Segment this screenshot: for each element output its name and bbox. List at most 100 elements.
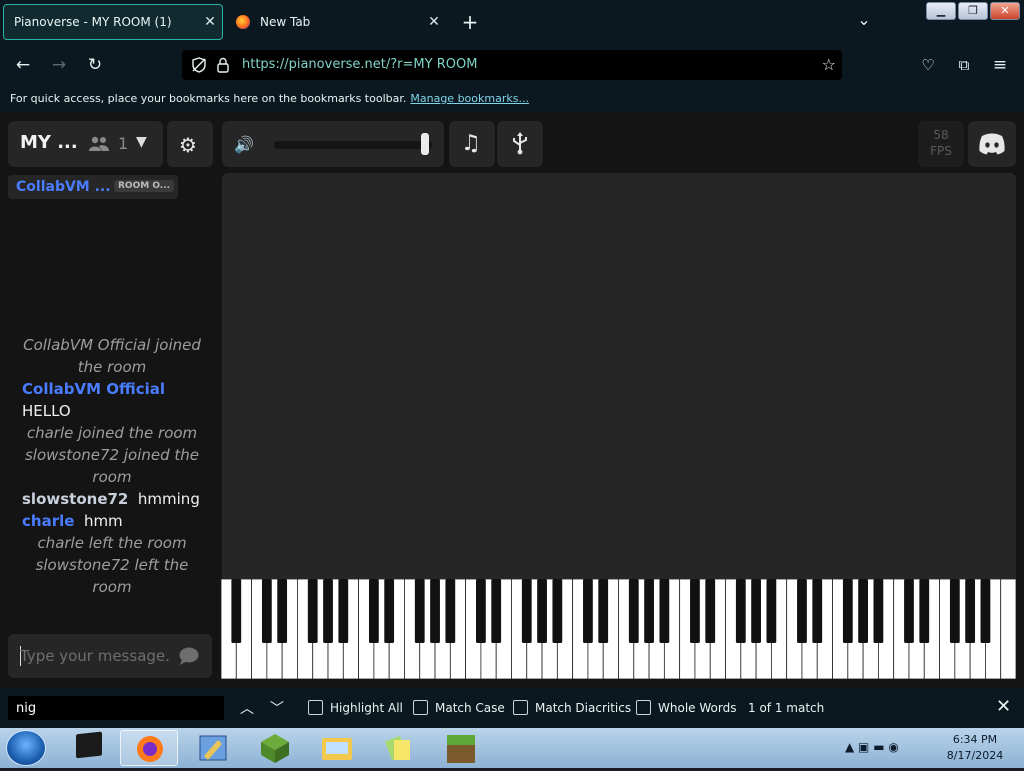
black-key[interactable] (812, 579, 823, 643)
chat-message-input[interactable] (20, 644, 170, 668)
chat-input-box[interactable] (8, 634, 212, 678)
volume-icon[interactable]: 🔊 (234, 135, 254, 154)
black-key[interactable] (476, 579, 486, 643)
black-key[interactable] (307, 579, 318, 643)
taskbar-app-minecraft-block[interactable] (246, 730, 304, 766)
start-button[interactable] (6, 730, 46, 766)
tab-close-icon[interactable]: ✕ (422, 14, 446, 30)
taskbar-app-terminal[interactable] (60, 730, 118, 766)
black-key[interactable] (261, 579, 272, 643)
black-key[interactable] (919, 579, 930, 643)
black-key[interactable] (873, 579, 884, 643)
black-key[interactable] (521, 579, 532, 643)
find-next-chevron-down-icon[interactable]: ﹀ (270, 698, 284, 718)
match-case-checkbox[interactable] (413, 700, 428, 715)
midi-usb-button[interactable] (497, 121, 543, 167)
match-case-label[interactable]: Match Case (435, 701, 505, 715)
black-key[interactable] (384, 579, 395, 643)
list-all-tabs-chevron-icon[interactable]: ⌄ (852, 10, 876, 34)
black-key[interactable] (414, 579, 425, 643)
piano-keyboard[interactable] (221, 579, 1016, 679)
black-key[interactable] (735, 579, 746, 643)
black-key[interactable] (690, 579, 700, 643)
highlight-all-label[interactable]: Highlight All (330, 701, 403, 715)
bookmark-star-icon[interactable]: ☆ (822, 55, 836, 74)
black-key[interactable] (644, 579, 654, 643)
taskbar-app-firefox[interactable] (120, 730, 178, 766)
black-key[interactable] (338, 579, 349, 643)
white-key[interactable] (1000, 579, 1016, 679)
restore-button[interactable]: ❐ (958, 2, 988, 20)
back-arrow-icon[interactable]: ← (10, 52, 36, 78)
black-key[interactable] (491, 579, 502, 643)
taskbar-app-paint[interactable] (184, 730, 242, 766)
settings-button[interactable]: ⚙ (167, 121, 213, 167)
black-key[interactable] (598, 579, 609, 643)
window-close-button[interactable]: ✕ (990, 2, 1020, 20)
menu-hamburger-icon[interactable]: ≡ (987, 52, 1013, 78)
black-key[interactable] (766, 579, 777, 643)
black-key[interactable] (705, 579, 716, 643)
match-diacritics-label[interactable]: Match Diacritics (535, 701, 631, 715)
black-key[interactable] (231, 579, 242, 643)
black-key[interactable] (445, 579, 456, 643)
black-key[interactable] (949, 579, 960, 643)
tracking-protection-shield-icon[interactable] (190, 56, 208, 74)
user-list-item[interactable]: CollabVM ... ROOM O... (8, 175, 178, 199)
caret-down-icon[interactable]: ▼ (136, 134, 147, 150)
room-owner-badge: ROOM O... (114, 180, 175, 192)
volume-slider[interactable] (274, 141, 432, 149)
minimize-button[interactable]: ▁ (926, 2, 956, 20)
whole-words-label[interactable]: Whole Words (658, 701, 736, 715)
black-key[interactable] (659, 579, 670, 643)
taskbar-app-explorer[interactable] (308, 730, 366, 766)
black-key[interactable] (537, 579, 547, 643)
black-key[interactable] (368, 579, 379, 643)
volume-slider-thumb[interactable] (421, 133, 429, 155)
black-key[interactable] (858, 579, 869, 643)
black-key[interactable] (904, 579, 914, 643)
black-key[interactable] (980, 579, 991, 643)
find-close-icon[interactable]: ✕ (996, 696, 1011, 717)
reload-icon[interactable]: ↻ (82, 52, 108, 78)
black-key[interactable] (277, 579, 288, 643)
highlight-all-checkbox[interactable] (308, 700, 323, 715)
chat-username[interactable]: CollabVM Official (22, 380, 165, 398)
chat-bubble-icon[interactable] (178, 646, 200, 666)
black-key[interactable] (751, 579, 761, 643)
manage-bookmarks-link[interactable]: Manage bookmarks... (410, 92, 529, 105)
taskbar-app-minecraft[interactable] (432, 730, 490, 766)
tab-strip: Pianoverse - MY ROOM (1) ✕ New Tab ✕ + ⌄… (0, 0, 1024, 44)
url-bar[interactable]: https://pianoverse.net/?r=MY ROOM ☆ (182, 50, 842, 80)
forward-arrow-icon[interactable]: → (46, 52, 72, 78)
black-key[interactable] (842, 579, 853, 643)
fps-value: 58 (933, 128, 949, 142)
black-key[interactable] (552, 579, 563, 643)
pocket-icon[interactable]: ♡ (915, 52, 941, 78)
match-diacritics-checkbox[interactable] (513, 700, 528, 715)
black-key[interactable] (965, 579, 976, 643)
tab-new-tab[interactable]: New Tab ✕ (226, 4, 446, 40)
black-key[interactable] (323, 579, 333, 643)
taskbar-app-files[interactable] (370, 730, 428, 766)
black-key[interactable] (797, 579, 807, 643)
find-input[interactable] (8, 696, 224, 720)
discord-button[interactable] (968, 121, 1016, 167)
whole-words-checkbox[interactable] (636, 700, 651, 715)
chat-username[interactable]: slowstone72 (22, 490, 128, 508)
extensions-icon[interactable]: ⧉ (951, 52, 977, 78)
find-previous-chevron-up-icon[interactable]: ︿ (240, 698, 254, 718)
black-key[interactable] (628, 579, 639, 643)
music-button[interactable]: ♫ (449, 121, 495, 167)
tab-pianoverse[interactable]: Pianoverse - MY ROOM (1) ✕ (3, 4, 223, 40)
system-tray[interactable]: ▲ ▣ ▬ ◉ (845, 740, 899, 754)
black-key[interactable] (583, 579, 593, 643)
tab-close-icon[interactable]: ✕ (198, 14, 222, 30)
lock-icon[interactable] (214, 56, 232, 74)
chat-username[interactable]: charle (22, 512, 74, 530)
room-selector[interactable]: MY ... 1 ▼ (8, 121, 163, 167)
black-key[interactable] (430, 579, 440, 643)
new-tab-button[interactable]: + (458, 8, 482, 36)
url-text[interactable]: https://pianoverse.net/?r=MY ROOM (242, 57, 477, 72)
taskbar-clock[interactable]: 6:34 PM 8/17/2024 (940, 732, 1010, 764)
